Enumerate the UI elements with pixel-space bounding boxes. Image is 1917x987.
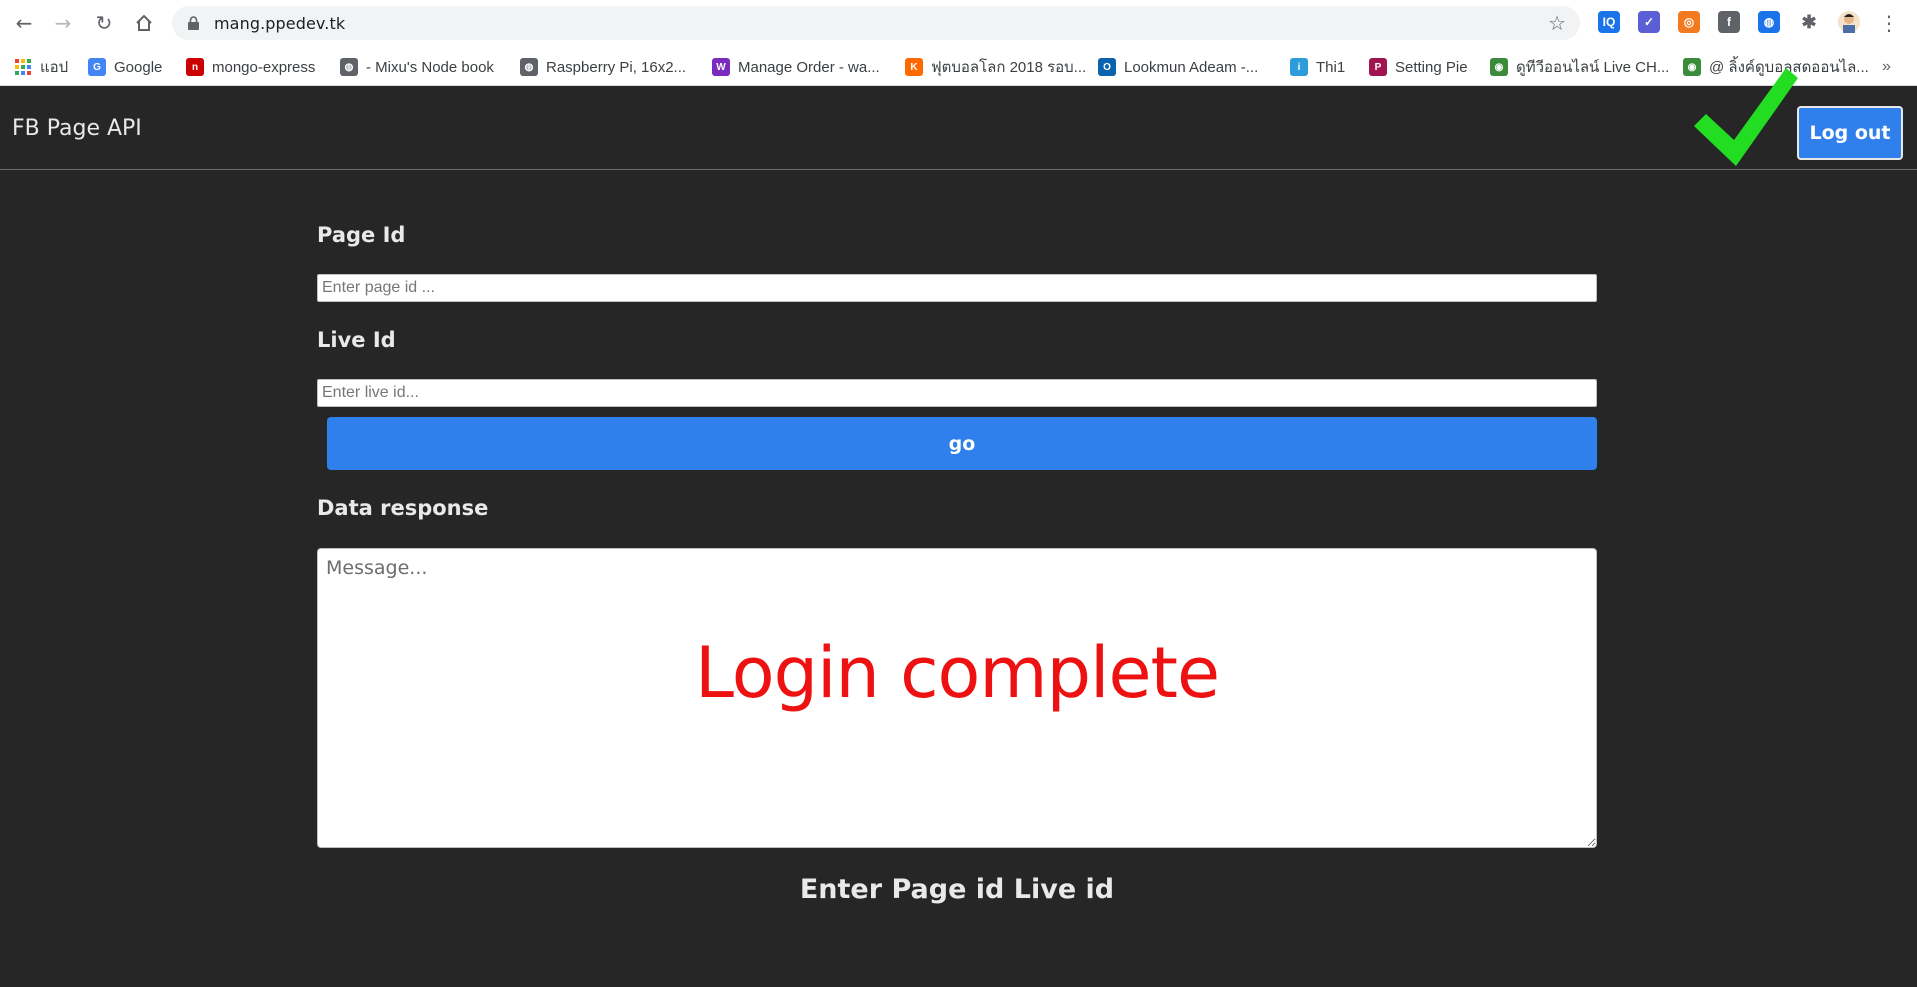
k-icon: K: [905, 58, 923, 76]
check-circle-extension-icon[interactable]: ✓: [1638, 11, 1660, 33]
back-arrow-icon[interactable]: ←: [11, 10, 37, 36]
go-button[interactable]: go: [327, 417, 1597, 470]
bookmark-item[interactable]: ◍ Raspberry Pi, 16x2...: [520, 56, 686, 78]
globe-extension-icon[interactable]: ◍: [1758, 11, 1780, 33]
bookmark-item[interactable]: W Manage Order - wa...: [712, 56, 880, 78]
forward-arrow-icon[interactable]: →: [50, 10, 76, 36]
tv-icon: ◉: [1490, 58, 1508, 76]
data-response-label: Data response: [317, 496, 489, 520]
logout-button[interactable]: Log out: [1797, 106, 1903, 160]
iq-extension-icon[interactable]: IQ: [1598, 11, 1620, 33]
outlook-icon: O: [1098, 58, 1116, 76]
lock-icon: [188, 16, 199, 30]
live-id-input[interactable]: [317, 379, 1597, 407]
bookmark-label: ฟุตบอลโลก 2018 รอบ...: [931, 59, 1087, 76]
lifebuoy-extension-icon[interactable]: ◎: [1678, 11, 1700, 33]
data-response-textarea[interactable]: [317, 548, 1597, 848]
google-icon: G: [88, 58, 106, 76]
bookmark-label: Thi1: [1316, 58, 1346, 76]
reload-icon[interactable]: ↻: [91, 10, 117, 36]
page-id-label: Page Id: [317, 223, 406, 247]
home-icon[interactable]: [131, 10, 157, 36]
bookmark-item[interactable]: i Thi1: [1290, 56, 1345, 78]
bookmark-item[interactable]: ◉ ดูทีวีออนไลน์ Live CH...: [1490, 56, 1669, 78]
address-bar[interactable]: mang.ppedev.tk ☆: [172, 6, 1580, 40]
bookmark-item[interactable]: P Setting Pie: [1369, 56, 1468, 78]
bookmark-label: Setting Pie: [1395, 58, 1468, 76]
bookmark-label: Lookmun Adeam -...: [1124, 58, 1259, 76]
live-id-label: Live Id: [317, 328, 396, 352]
bookmark-label: Manage Order - wa...: [738, 58, 880, 76]
instruction-text: Enter Page id Live id: [799, 874, 1115, 905]
bookmark-item[interactable]: n mongo-express: [186, 56, 315, 78]
ibb-icon: i: [1290, 58, 1308, 76]
bookmark-label: Google: [114, 58, 163, 76]
bookmark-item[interactable]: O Lookmun Adeam -...: [1098, 56, 1258, 78]
bookmark-item[interactable]: G Google: [88, 56, 162, 78]
apps-grid-icon: [14, 58, 32, 76]
bookmark-label: Raspberry Pi, 16x2...: [546, 58, 687, 76]
bookmark-label: ดูทีวีออนไลน์ Live CH...: [1516, 59, 1670, 76]
bookmark-label: แอป: [40, 59, 69, 76]
app-navbar: FB Page API Log out: [0, 86, 1917, 170]
globe-icon: ◍: [520, 58, 538, 76]
url-text[interactable]: mang.ppedev.tk: [214, 14, 345, 33]
bookmarks-bar: แอป G Google n mongo-express ◍ - Mixu's Node b…: [0, 46, 1917, 86]
bookmark-item[interactable]: K ฟุตบอลโลก 2018 รอบ...: [905, 56, 1086, 78]
page-id-input[interactable]: [317, 274, 1597, 302]
globe-icon: ◍: [340, 58, 358, 76]
more-menu-icon[interactable]: ⋮: [1876, 10, 1902, 36]
puzzle-extensions-icon[interactable]: ✱: [1798, 11, 1820, 33]
pie-icon: P: [1369, 58, 1387, 76]
facebook-extension-icon[interactable]: f: [1718, 11, 1740, 33]
mongo-express-icon: n: [186, 58, 204, 76]
wp-icon: W: [712, 58, 730, 76]
bookmark-label: mongo-express: [212, 58, 316, 76]
bookmark-label: - Mixu's Node book: [366, 58, 494, 76]
brand-title[interactable]: FB Page API: [12, 116, 142, 141]
bookmark-item[interactable]: ◍ - Mixu's Node book: [340, 56, 494, 78]
browser-toolbar: ← → ↻ mang.ppedev.tk ☆ IQ ✓ ◎ f ◍ ✱ ⋮: [0, 0, 1917, 46]
green-checkmark-icon: [1694, 68, 1798, 166]
bookmark-item[interactable]: แอป: [14, 56, 68, 78]
bookmark-star-icon[interactable]: ☆: [1548, 11, 1566, 35]
bookmarks-overflow-button[interactable]: »: [1882, 56, 1891, 78]
avatar[interactable]: [1838, 11, 1860, 33]
